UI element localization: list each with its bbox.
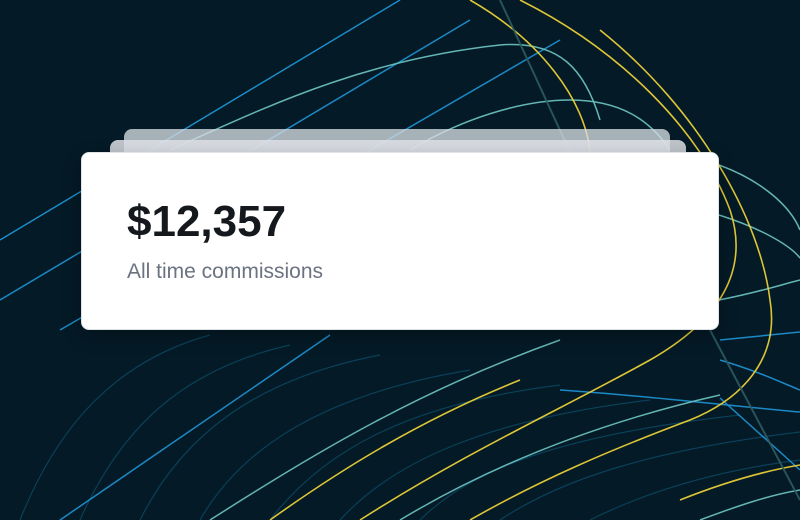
commission-caption: All time commissions xyxy=(127,260,324,283)
commission-amount: $12,357 xyxy=(127,197,287,246)
screen: $12,357 All time commissions xyxy=(0,0,800,520)
commission-stat-card: $12,357 All time commissions xyxy=(81,152,719,330)
